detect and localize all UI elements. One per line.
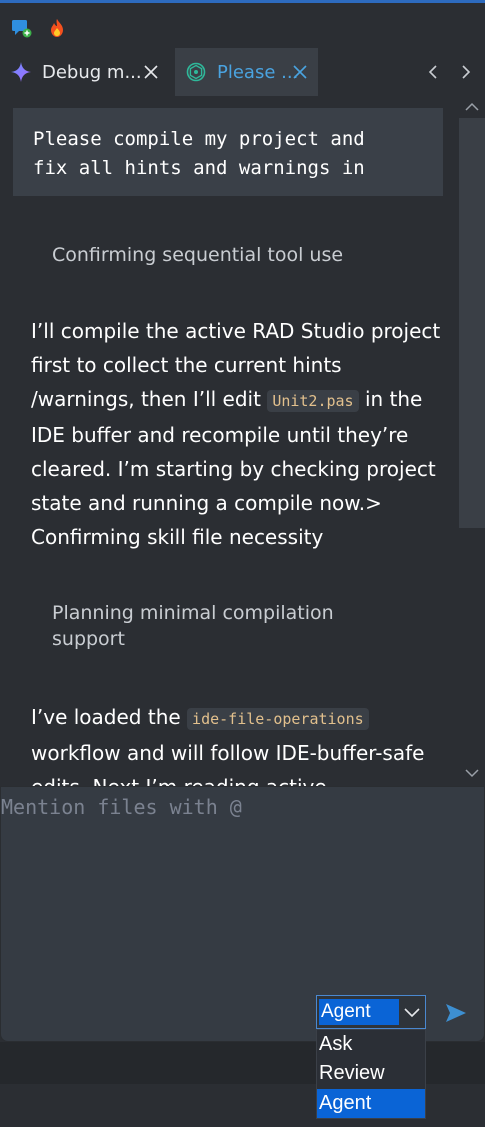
assistant-text: I’ve loaded the — [31, 705, 188, 729]
user-message: Please compile my project and fix all hi… — [13, 108, 443, 196]
mode-option-ask[interactable]: Ask — [317, 1030, 425, 1059]
mode-selected-value: Agent — [319, 999, 399, 1025]
mode-select[interactable]: Agent — [316, 995, 426, 1029]
inline-code: Unit2.pas — [267, 390, 359, 412]
inline-code: ide-file-operations — [187, 708, 369, 730]
assistant-message: I’ll compile the active RAD Studio proje… — [31, 314, 441, 554]
mode-dropdown-list: Ask Review Agent — [316, 1029, 426, 1119]
new-chat-icon[interactable] — [10, 17, 32, 39]
top-toolbar — [0, 3, 485, 48]
sparkle-icon — [10, 61, 32, 83]
chevron-left-icon[interactable] — [421, 60, 445, 84]
chat-input-placeholder: Mention files with @ — [1, 795, 242, 819]
tab-please-label: Please ... — [217, 61, 299, 83]
chevron-right-icon[interactable] — [454, 60, 478, 84]
flame-icon[interactable] — [46, 17, 68, 39]
close-icon[interactable] — [291, 63, 309, 81]
tab-debug-label: Debug m... — [42, 61, 142, 83]
tab-bar: Debug m... Please ... — [0, 48, 485, 96]
mode-option-agent[interactable]: Agent — [317, 1089, 425, 1118]
assistant-text: workflow and will follow IDE-buffer-safe… — [31, 741, 425, 786]
mode-option-review[interactable]: Review — [317, 1059, 425, 1088]
user-message-text: Please compile my project and fix all hi… — [33, 128, 365, 179]
chevron-down-icon[interactable] — [401, 1002, 423, 1024]
assistant-text: in the IDE buffer and recompile until th… — [31, 387, 436, 549]
scroll-down-icon[interactable] — [459, 762, 485, 784]
scrollbar-thumb[interactable] — [459, 118, 485, 528]
chat-transcript: Please compile my project and fix all hi… — [0, 96, 459, 786]
openai-icon — [185, 61, 207, 83]
scroll-up-icon[interactable] — [459, 96, 485, 118]
thinking-step: Planning minimal compilation support — [52, 602, 334, 650]
tab-please[interactable]: Please ... — [175, 48, 318, 96]
thinking-step: Confirming sequential tool use — [52, 244, 344, 266]
tab-debug[interactable]: Debug m... — [0, 48, 170, 96]
close-icon[interactable] — [142, 63, 160, 81]
send-icon[interactable] — [442, 999, 470, 1027]
assistant-message: I’ve loaded the ide-file-operations work… — [31, 700, 441, 786]
